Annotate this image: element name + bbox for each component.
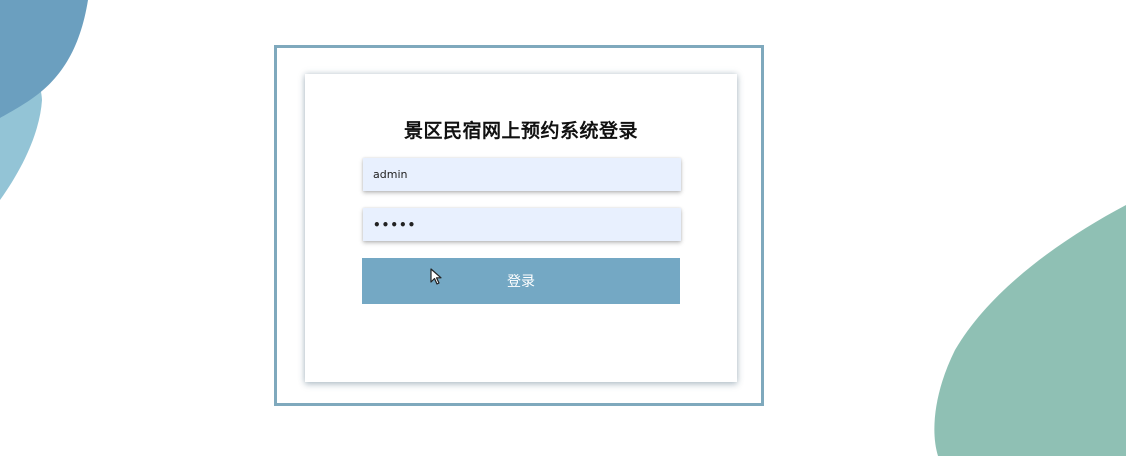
bottom-right-blob bbox=[934, 205, 1126, 456]
login-page: 景区民宿网上预约系统登录 登录 bbox=[0, 0, 1126, 456]
password-input[interactable] bbox=[363, 208, 681, 241]
login-title: 景区民宿网上预约系统登录 bbox=[403, 120, 638, 142]
login-button[interactable]: 登录 bbox=[362, 258, 680, 304]
mouse-pointer-icon bbox=[430, 268, 442, 285]
login-outer-frame: 景区民宿网上预约系统登录 登录 bbox=[274, 45, 764, 406]
login-card: 景区民宿网上预约系统登录 登录 bbox=[305, 74, 737, 382]
top-left-dark-blob bbox=[0, 0, 88, 118]
username-input[interactable] bbox=[363, 158, 681, 191]
